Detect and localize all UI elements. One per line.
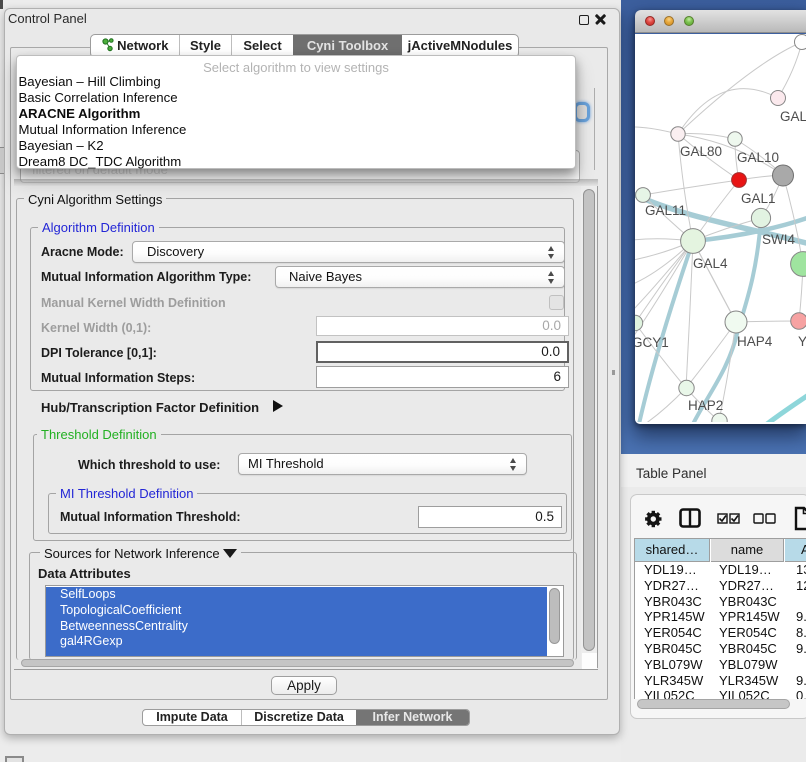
- svg-text:HAP4: HAP4: [737, 334, 773, 349]
- svg-text:SWI4: SWI4: [762, 232, 795, 247]
- svg-text:GAL11: GAL11: [645, 203, 686, 218]
- svg-text:GAL1: GAL1: [741, 191, 776, 206]
- svg-text:GAL80: GAL80: [680, 144, 722, 159]
- svg-text:Y: Y: [798, 334, 806, 349]
- svg-text:GCY1: GCY1: [635, 335, 669, 350]
- svg-text:GAL4: GAL4: [693, 256, 728, 271]
- svg-text:HAP2: HAP2: [688, 398, 723, 413]
- svg-text:GAL: GAL: [780, 109, 806, 124]
- svg-text:GAL10: GAL10: [737, 150, 779, 165]
